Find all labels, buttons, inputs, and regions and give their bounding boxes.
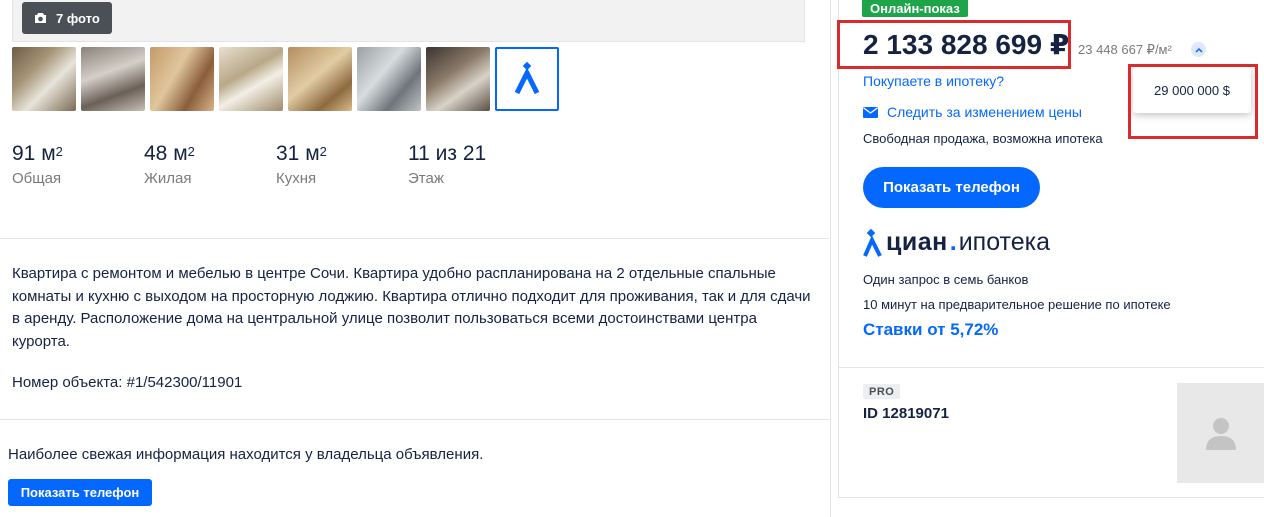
- price-per-meter: 23 448 667 ₽/м²: [1078, 42, 1172, 57]
- track-price-label: Следить за изменением цены: [887, 104, 1082, 120]
- column-divider: [830, 0, 831, 517]
- price-highlight-box: [837, 20, 1071, 69]
- object-number: Номер объекта: #1/542300/11901: [12, 374, 243, 391]
- cian-mortgage-line1: Один запрос в семь банков: [863, 272, 1029, 287]
- thumbnail-photo[interactable]: [219, 47, 283, 111]
- cian-mortgage-logo[interactable]: циан. ипотека: [863, 228, 1050, 257]
- owner-info-note: Наиболее свежая информация находится у в…: [8, 446, 484, 463]
- photo-count-label: 7 фото: [56, 10, 100, 26]
- thumbnail-photo[interactable]: [12, 47, 76, 111]
- thumbnail-photo[interactable]: [150, 47, 214, 111]
- thumbnail-photo[interactable]: [81, 47, 145, 111]
- show-phone-button[interactable]: Показать телефон: [863, 167, 1040, 208]
- mortgage-question-link[interactable]: Покупаете в ипотеку?: [863, 73, 1004, 89]
- listing-description: Квартира с ремонтом и мебелью в центре С…: [12, 265, 811, 350]
- track-price-link[interactable]: Следить за изменением цены: [863, 104, 1082, 120]
- thumbnail-photo[interactable]: [426, 47, 490, 111]
- usd-highlight-box: [1128, 64, 1258, 139]
- stats-row: 91 м2 Общая 48 м2 Жилая 31 м2 Кухня 11 и…: [12, 140, 540, 187]
- stat-kitchen-area: 31 м2 Кухня: [276, 142, 327, 187]
- cian-mortgage-line2: 10 минут на предварительное решение по и…: [863, 297, 1171, 312]
- user-icon: [1205, 418, 1236, 450]
- map-thumbnail[interactable]: [495, 47, 559, 111]
- cian-logo-icon: [863, 228, 882, 257]
- chevron-up-icon[interactable]: [1191, 42, 1206, 57]
- pro-badge: PRO: [863, 384, 901, 399]
- thumbnail-strip: [12, 47, 559, 111]
- section-divider: [0, 419, 829, 420]
- stat-living-area: 48 м2 Жилая: [144, 142, 195, 187]
- section-divider: [0, 238, 829, 239]
- camera-icon: [35, 13, 46, 23]
- stat-floor: 11 из 21 Этаж: [408, 142, 487, 187]
- photo-count-button[interactable]: 7 фото: [22, 2, 112, 34]
- mortgage-rates-link[interactable]: Ставки от 5,72%: [863, 320, 998, 340]
- agent-id: ID 12819071: [863, 405, 949, 422]
- sale-type: Свободная продажа, возможна ипотека: [863, 131, 1103, 146]
- gallery-main[interactable]: [12, 0, 805, 42]
- stat-total-area: 91 м2 Общая: [12, 142, 63, 187]
- map-pin-icon: [514, 61, 540, 95]
- envelope-icon: [863, 106, 878, 118]
- thumbnail-photo[interactable]: [288, 47, 352, 111]
- thumbnail-photo[interactable]: [357, 47, 421, 111]
- show-phone-button-small[interactable]: Показать телефон: [8, 479, 152, 506]
- avatar[interactable]: [1177, 383, 1264, 483]
- online-viewing-badge: Онлайн-показ: [862, 0, 968, 17]
